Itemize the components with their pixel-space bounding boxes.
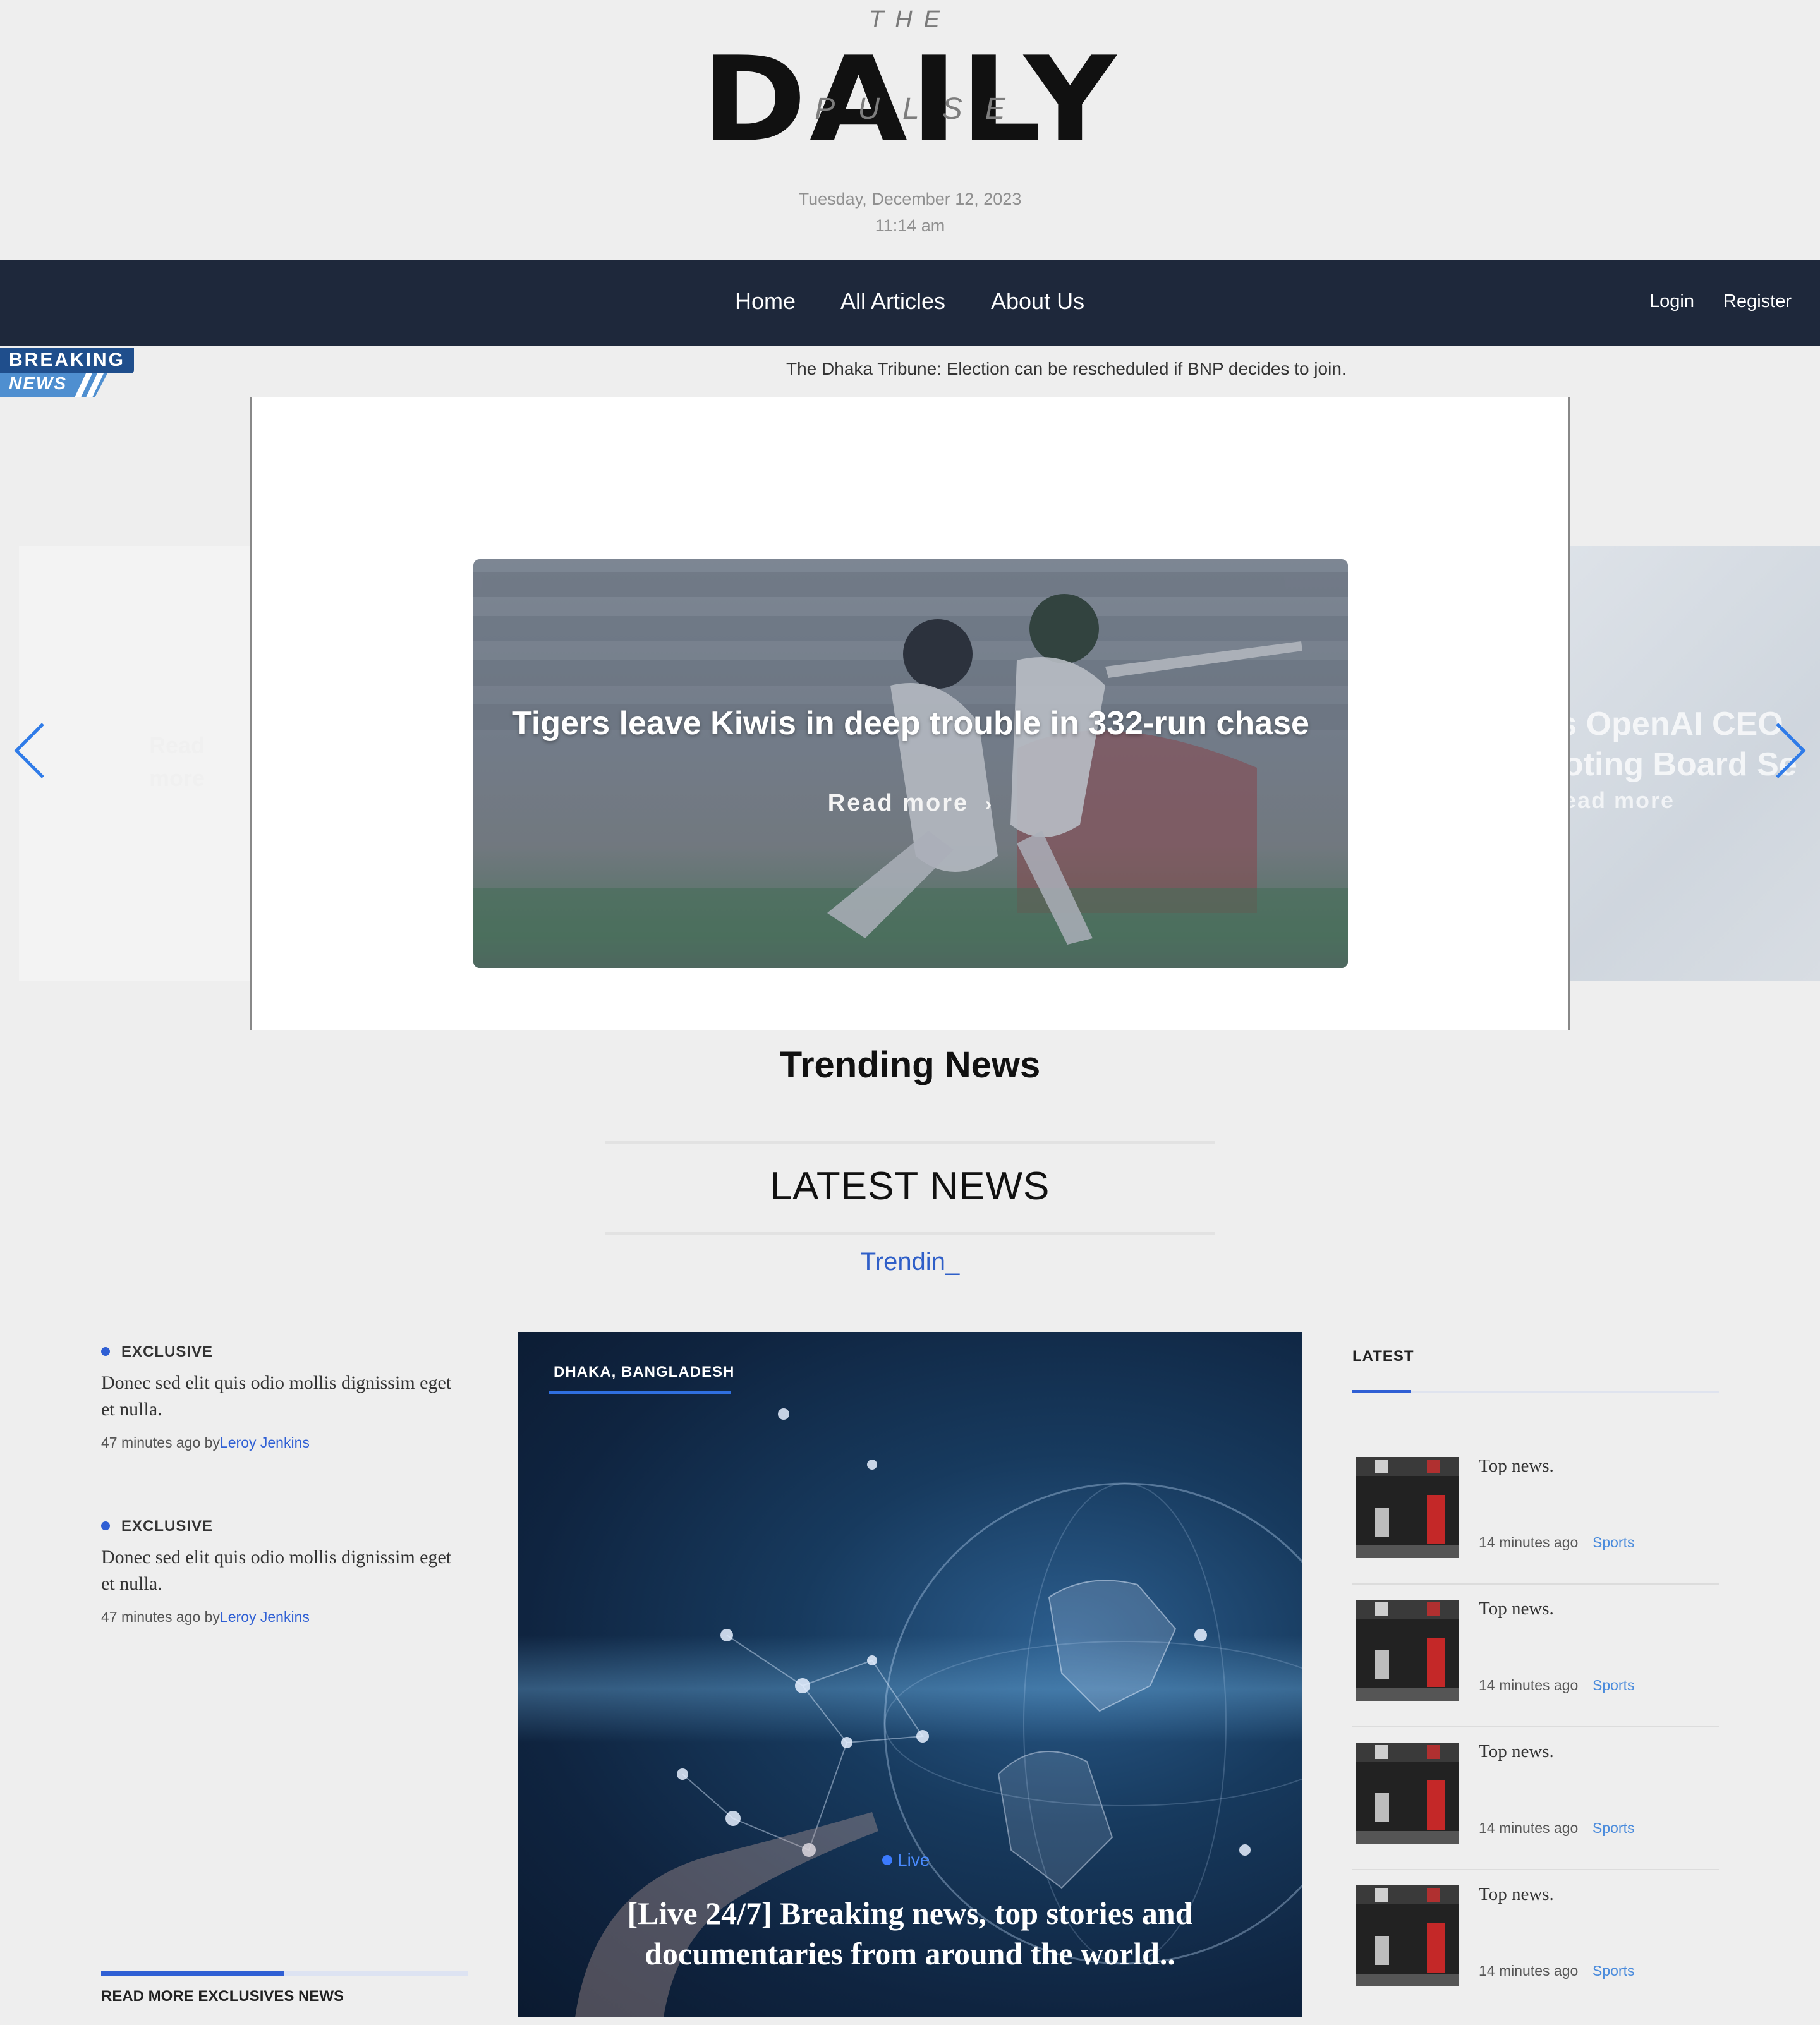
- logo-pulse: PULSE: [815, 92, 1028, 126]
- building-thumbnail[interactable]: [1356, 1743, 1459, 1844]
- nav-about-us[interactable]: About Us: [991, 288, 1084, 315]
- building-thumbnail-image: [1356, 1885, 1459, 1986]
- nav-home[interactable]: Home: [735, 288, 796, 315]
- exclusive-dot-icon: [101, 1521, 110, 1530]
- header-time: 11:14 am: [875, 216, 945, 235]
- live-dot-icon: [882, 1855, 892, 1865]
- exclusive-author[interactable]: Leroy Jenkins: [220, 1434, 310, 1451]
- latest-item-title[interactable]: Top news.: [1479, 1884, 1554, 1905]
- building-thumbnail-image: [1356, 1457, 1459, 1558]
- chevron-right-small-icon: ›: [977, 792, 994, 815]
- latest-item-category[interactable]: Sports: [1592, 1820, 1634, 1837]
- exclusive-meta: 47 minutes ago byLeroy Jenkins: [101, 1434, 310, 1451]
- latest-item-time: 14 minutes ago: [1479, 1962, 1579, 1979]
- trending-typing-text: Trendin_: [860, 1248, 960, 1276]
- carousel-active-slide[interactable]: Tigers leave Kiwis in deep trouble in 33…: [473, 559, 1348, 968]
- read-more-exclusives-link[interactable]: READ MORE EXCLUSIVES NEWS: [101, 1988, 344, 2005]
- carousel-next-title: s as OpenAI CEO n-Voting Board Se: [1570, 704, 1797, 785]
- login-link[interactable]: Login: [1649, 291, 1694, 312]
- latest-item-category[interactable]: Sports: [1592, 1534, 1634, 1551]
- feature-title[interactable]: [Live 24/7] Breaking news, top stories a…: [556, 1893, 1264, 1974]
- latest-rule-bottom: [605, 1232, 1215, 1235]
- latest-list-item[interactable]: Top news. 14 minutes ago Sports: [1352, 1585, 1719, 1727]
- breaking-ticker[interactable]: The Dhaka Tribune: Election can be resch…: [786, 359, 1347, 379]
- building-thumbnail-image: [1356, 1743, 1459, 1844]
- exclusive-time: 47 minutes ago by: [101, 1434, 220, 1451]
- exclusive-label: EXCLUSIVE: [121, 1518, 214, 1535]
- latest-item-title[interactable]: Top news.: [1479, 1599, 1554, 1619]
- feature-story-card[interactable]: DHAKA, BANGLADESH Live [Live 24/7] Break…: [518, 1332, 1302, 2017]
- carousel-next-read-more: ead more: [1570, 787, 1675, 813]
- building-thumbnail[interactable]: [1356, 1457, 1459, 1558]
- latest-item-title[interactable]: Top news.: [1479, 1456, 1554, 1477]
- latest-sidebar-label: LATEST: [1352, 1348, 1414, 1365]
- carousel-next-title-line2: n-Voting Board Se: [1570, 746, 1797, 783]
- exclusive-label: EXCLUSIVE: [121, 1343, 214, 1360]
- exclusive-text[interactable]: Donec sed elit quis odio mollis dignissi…: [101, 1544, 468, 1597]
- exclusive-text[interactable]: Donec sed elit quis odio mollis dignissi…: [101, 1370, 468, 1423]
- chevron-right-icon[interactable]: [1772, 720, 1809, 781]
- building-thumbnail-image: [1356, 1600, 1459, 1701]
- register-link[interactable]: Register: [1723, 291, 1792, 312]
- carousel-next-title-line1: s as OpenAI CEO: [1570, 706, 1783, 742]
- carousel-read-more-label: Read more: [827, 790, 969, 816]
- chevron-left-icon[interactable]: [11, 720, 48, 781]
- latest-item-time: 14 minutes ago: [1479, 1534, 1579, 1550]
- exclusive-time: 47 minutes ago by: [101, 1609, 220, 1625]
- breaking-badge-top: BREAKING: [9, 349, 126, 370]
- breaking-badge-bottom: NEWS: [9, 373, 67, 393]
- latest-item-category[interactable]: Sports: [1592, 1962, 1634, 1980]
- latest-list-item[interactable]: Top news. 14 minutes ago Sports: [1352, 1870, 1719, 2013]
- main-navbar: Home All Articles About Us Login Registe…: [0, 260, 1820, 346]
- feature-location-underline: [549, 1391, 731, 1394]
- exclusive-dot-icon: [101, 1347, 110, 1356]
- carousel-prev-read-more: Read more: [149, 732, 205, 791]
- slide-overlay: [473, 559, 1348, 968]
- live-label: Live: [897, 1850, 930, 1870]
- exclusive-meta: 47 minutes ago byLeroy Jenkins: [101, 1609, 310, 1626]
- breaking-news-badge: BREAKING NEWS: [0, 348, 134, 397]
- carousel-active-read-more[interactable]: Read more ›: [473, 790, 1348, 817]
- logo-the: THE: [869, 6, 951, 33]
- building-thumbnail[interactable]: [1356, 1885, 1459, 1986]
- latest-item-time: 14 minutes ago: [1479, 1820, 1579, 1836]
- latest-list-item[interactable]: Top news. 14 minutes ago Sports: [1352, 1727, 1719, 1870]
- latest-item-time: 14 minutes ago: [1479, 1677, 1579, 1693]
- latest-news-heading: LATEST NEWS: [770, 1164, 1050, 1208]
- feature-location: DHAKA, BANGLADESH: [554, 1363, 735, 1381]
- exclusive-author[interactable]: Leroy Jenkins: [220, 1609, 310, 1625]
- carousel-active-title: Tigers leave Kiwis in deep trouble in 33…: [512, 705, 1309, 742]
- latest-item-category[interactable]: Sports: [1592, 1677, 1634, 1694]
- read-more-progress-bar: [101, 1971, 284, 1976]
- building-thumbnail[interactable]: [1356, 1600, 1459, 1701]
- latest-rule-top: [605, 1141, 1215, 1144]
- latest-sidebar-accent: [1352, 1390, 1410, 1393]
- header-date: Tuesday, December 12, 2023: [798, 190, 1022, 209]
- latest-list-item[interactable]: Top news. 14 minutes ago Sports: [1352, 1442, 1719, 1585]
- trending-news-heading: Trending News: [779, 1044, 1041, 1085]
- nav-all-articles[interactable]: All Articles: [840, 288, 945, 315]
- latest-item-title[interactable]: Top news.: [1479, 1741, 1554, 1762]
